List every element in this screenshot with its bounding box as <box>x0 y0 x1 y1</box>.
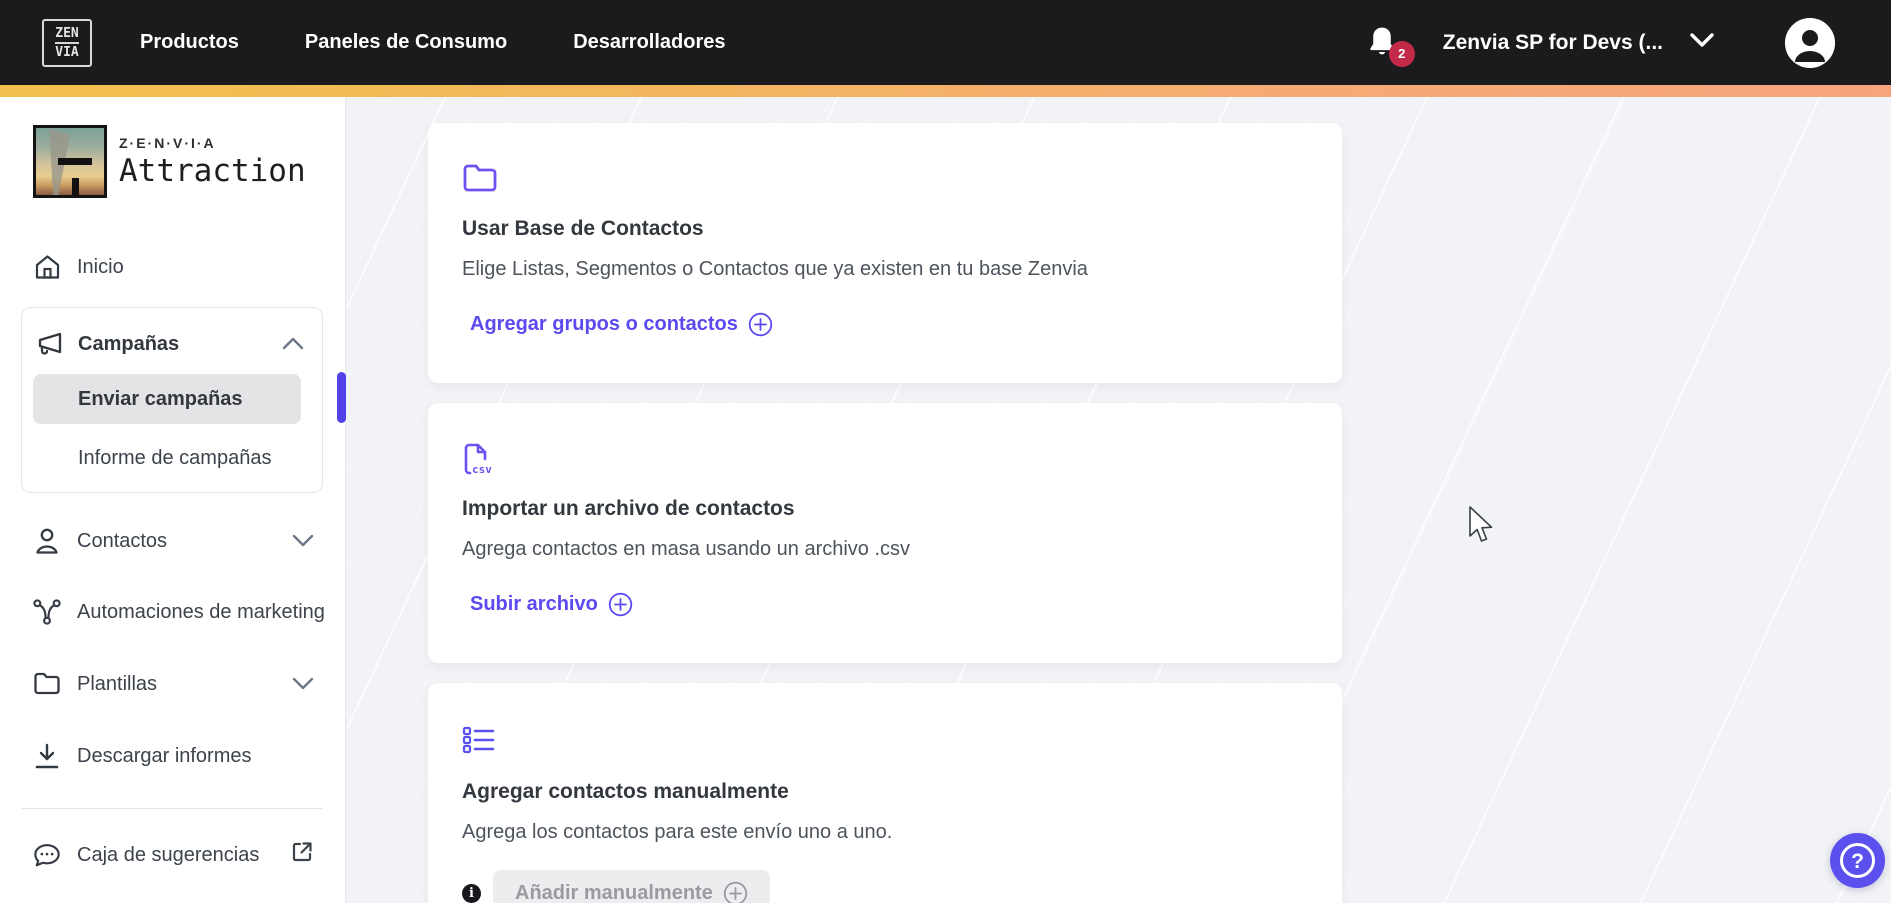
plus-circle-icon <box>748 312 773 337</box>
svg-text:csv: csv <box>472 463 492 476</box>
chat-bubble-icon <box>33 842 61 869</box>
info-icon[interactable]: i <box>462 884 481 903</box>
sidebar-item-label: Plantillas <box>77 673 157 696</box>
sidebar-item-label: Descargar informes <box>77 745 252 768</box>
zenvia-logo-line1: ZEN <box>55 25 78 44</box>
account-label: Zenvia SP for Devs (... <box>1443 31 1663 55</box>
nav-item-productos[interactable]: Productos <box>140 31 239 54</box>
help-button[interactable]: ? <box>1830 833 1885 888</box>
sidebar-item-label: Automaciones de marketing <box>77 601 325 624</box>
card-description: Agrega contactos en masa usando un archi… <box>462 538 1306 561</box>
folder-icon <box>33 672 61 696</box>
brand-gradient-bar <box>0 85 1891 97</box>
plus-circle-icon <box>723 881 748 903</box>
card-title: Agregar contactos manualmente <box>462 780 1306 804</box>
nav-item-paneles-de-consumo[interactable]: Paneles de Consumo <box>305 31 507 54</box>
external-link-icon <box>290 840 314 870</box>
card-title: Usar Base de Contactos <box>462 217 1306 241</box>
question-mark-icon: ? <box>1830 833 1885 888</box>
action-label: Subir archivo <box>470 593 598 616</box>
navbar-right: 2 Zenvia SP for Devs (... <box>1367 18 1891 68</box>
sidebar: Z·E·N·V·I·A Attraction Inicio Campañas E… <box>0 97 346 903</box>
sidebar-item-contactos[interactable]: Contactos <box>0 519 346 563</box>
nav-item-desarrolladores[interactable]: Desarrolladores <box>573 31 725 54</box>
card-agregar-manualmente: Agregar contactos manualmente Agrega los… <box>428 683 1342 903</box>
sidebar-item-enviar-campanas[interactable]: Enviar campañas <box>33 374 301 424</box>
card-description: Elige Listas, Segmentos o Contactos que … <box>462 258 1306 281</box>
zenvia-logo[interactable]: ZEN VIA <box>42 19 92 67</box>
manual-add-row: i Añadir manualmente <box>462 870 1306 903</box>
sidebar-item-descargar-informes[interactable]: Descargar informes <box>0 734 346 778</box>
brand-attraction-label: Attraction <box>119 153 306 189</box>
csv-file-icon: csv <box>462 443 1306 475</box>
folder-icon <box>462 163 1306 195</box>
chevron-up-icon <box>282 333 304 356</box>
sidebar-item-inicio[interactable]: Inicio <box>0 245 346 289</box>
user-icon <box>1785 18 1835 68</box>
plus-circle-icon <box>608 592 633 617</box>
notifications-button[interactable]: 2 <box>1367 25 1401 61</box>
bullet-list-icon <box>462 726 1306 758</box>
active-page-indicator <box>337 372 346 423</box>
card-usar-base-de-contactos: Usar Base de Contactos Elige Listas, Seg… <box>428 123 1342 383</box>
zenvia-logo-line2: VIA <box>55 44 78 61</box>
card-description: Agrega los contactos para este envío uno… <box>462 821 1306 844</box>
sidebar-item-campanas[interactable]: Campañas <box>22 322 322 366</box>
sidebar-item-plantillas[interactable]: Plantillas <box>0 662 346 706</box>
attraction-logo-image <box>33 125 107 198</box>
subir-archivo-button[interactable]: Subir archivo <box>470 592 633 617</box>
sidebar-item-label: Contactos <box>77 530 167 553</box>
sidebar-item-informe-de-campanas[interactable]: Informe de campañas <box>33 434 301 482</box>
sidebar-item-label: Caja de sugerencias <box>77 844 259 867</box>
top-navbar: ZEN VIA Productos Paneles de Consumo Des… <box>0 0 1891 85</box>
chevron-down-icon <box>292 673 314 696</box>
sidebar-item-label: Inicio <box>77 256 124 279</box>
card-title: Importar un archivo de contactos <box>462 497 1306 521</box>
card-importar-archivo: csv Importar un archivo de contactos Agr… <box>428 403 1342 663</box>
person-icon <box>33 527 61 555</box>
chevron-down-icon <box>1689 32 1715 53</box>
sidebar-item-label: Campañas <box>78 333 179 356</box>
sidebar-divider <box>22 808 322 809</box>
notification-badge: 2 <box>1389 41 1415 67</box>
campaigns-group: Campañas Enviar campañas Informe de camp… <box>21 307 323 493</box>
action-label: Añadir manualmente <box>515 882 713 903</box>
anadir-manualmente-button[interactable]: Añadir manualmente <box>493 870 770 903</box>
attraction-brand: Z·E·N·V·I·A Attraction <box>33 125 306 198</box>
chevron-down-icon <box>292 530 314 553</box>
account-selector[interactable]: Zenvia SP for Devs (... <box>1443 31 1715 55</box>
nav-menu: Productos Paneles de Consumo Desarrollad… <box>140 31 725 54</box>
download-icon <box>33 743 61 770</box>
sidebar-item-automaciones[interactable]: Automaciones de marketing <box>0 590 346 634</box>
automation-branch-icon <box>33 598 61 626</box>
megaphone-icon <box>34 331 64 357</box>
avatar[interactable] <box>1785 18 1835 68</box>
sidebar-item-caja-de-sugerencias[interactable]: Caja de sugerencias <box>0 833 346 877</box>
action-label: Agregar grupos o contactos <box>470 313 738 336</box>
home-icon <box>33 254 61 280</box>
brand-zenvia-label: Z·E·N·V·I·A <box>119 135 306 151</box>
svg-text:?: ? <box>1851 850 1864 873</box>
main-content: Usar Base de Contactos Elige Listas, Seg… <box>347 97 1891 903</box>
agregar-grupos-o-contactos-button[interactable]: Agregar grupos o contactos <box>470 312 773 337</box>
